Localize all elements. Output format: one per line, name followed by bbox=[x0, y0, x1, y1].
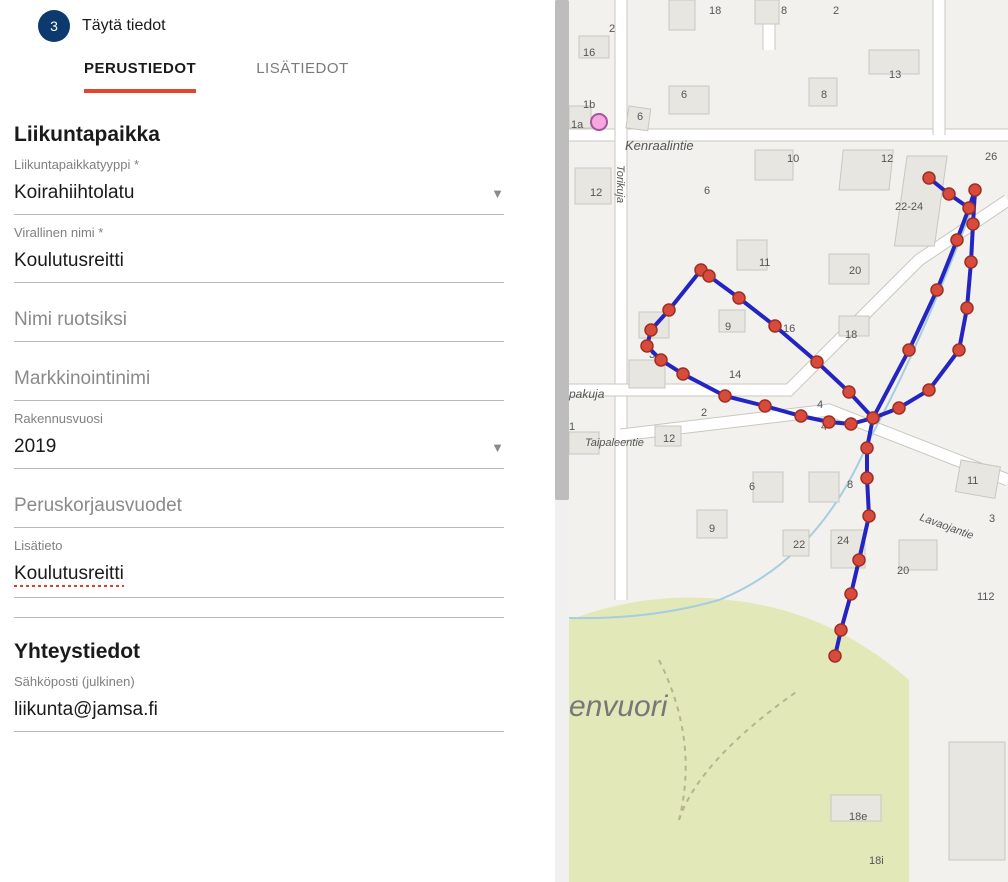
svg-text:11: 11 bbox=[967, 475, 978, 487]
svg-text:24: 24 bbox=[837, 535, 849, 547]
svg-text:13: 13 bbox=[889, 69, 901, 81]
street-label-taipaleentie: Taipaleentie bbox=[585, 437, 644, 449]
tabs: PERUSTIEDOT LISÄTIEDOT bbox=[14, 60, 541, 93]
svg-text:8: 8 bbox=[847, 479, 853, 491]
svg-text:8: 8 bbox=[781, 5, 787, 17]
svg-text:18: 18 bbox=[845, 329, 857, 341]
step-label: Täytä tiedot bbox=[82, 17, 166, 35]
select-type-value: Koirahiihtolatu bbox=[14, 182, 491, 204]
label-build-year: Rakennusvuosi bbox=[14, 411, 541, 426]
street-label-torikuja: Torikuja bbox=[614, 165, 626, 203]
label-type: Liikuntapaikkatyyppi * bbox=[14, 157, 541, 172]
svg-text:18: 18 bbox=[709, 5, 721, 17]
svg-text:26: 26 bbox=[985, 151, 997, 163]
scrollbar-thumb[interactable] bbox=[555, 0, 569, 500]
input-note[interactable]: Koulutusreitti bbox=[14, 557, 504, 598]
input-name-swedish-placeholder: Nimi ruotsiksi bbox=[14, 309, 504, 331]
street-label-kenraalintie: Kenraalintie bbox=[625, 138, 694, 153]
map-panel[interactable]: Kenraalintie Torikuja pakuja Taipaleenti… bbox=[569, 0, 1008, 882]
input-renovation-years[interactable]: Peruskorjausvuodet bbox=[14, 489, 504, 528]
left-panel-scrollbar[interactable] bbox=[555, 0, 569, 882]
map-svg[interactable]: Kenraalintie Torikuja pakuja Taipaleenti… bbox=[569, 0, 1008, 882]
section-title-contact: Yhteystiedot bbox=[14, 640, 541, 664]
svg-text:16: 16 bbox=[583, 47, 595, 59]
svg-text:6: 6 bbox=[704, 185, 710, 197]
svg-text:14: 14 bbox=[729, 369, 741, 381]
svg-text:9: 9 bbox=[709, 523, 715, 535]
svg-text:10: 10 bbox=[787, 153, 799, 165]
svg-text:18e: 18e bbox=[849, 811, 867, 823]
svg-text:6: 6 bbox=[637, 111, 643, 123]
svg-text:22-24: 22-24 bbox=[895, 201, 923, 213]
input-email[interactable]: liikunta@jamsa.fi bbox=[14, 693, 504, 732]
map-place-label: envuori bbox=[569, 690, 669, 723]
street-label-lavaojantie: Lavaojantie bbox=[918, 512, 975, 543]
label-official-name: Virallinen nimi * bbox=[14, 225, 541, 240]
svg-text:20: 20 bbox=[849, 265, 861, 277]
svg-text:6: 6 bbox=[749, 481, 755, 493]
select-build-year-value: 2019 bbox=[14, 436, 491, 458]
svg-text:112: 112 bbox=[977, 591, 995, 603]
svg-text:12: 12 bbox=[881, 153, 893, 165]
label-email: Sähköposti (julkinen) bbox=[14, 674, 541, 689]
chevron-down-icon: ▼ bbox=[491, 440, 504, 455]
input-renovation-years-placeholder: Peruskorjausvuodet bbox=[14, 495, 504, 517]
app-root: 3 Täytä tiedot PERUSTIEDOT LISÄTIEDOT Li… bbox=[0, 0, 1008, 882]
input-official-name-value: Koulutusreitti bbox=[14, 250, 504, 272]
point-marker[interactable] bbox=[591, 114, 607, 130]
svg-text:9: 9 bbox=[725, 321, 731, 333]
svg-text:2: 2 bbox=[701, 407, 707, 419]
svg-text:8: 8 bbox=[821, 89, 827, 101]
tab-basic-info[interactable]: PERUSTIEDOT bbox=[84, 60, 196, 93]
select-type[interactable]: Koirahiihtolatu ▼ bbox=[14, 176, 504, 215]
svg-text:12: 12 bbox=[590, 187, 602, 199]
svg-text:6: 6 bbox=[681, 89, 687, 101]
svg-text:1: 1 bbox=[569, 421, 575, 433]
input-name-swedish[interactable]: Nimi ruotsiksi bbox=[14, 303, 504, 342]
svg-text:3: 3 bbox=[989, 513, 995, 525]
svg-text:2: 2 bbox=[833, 5, 839, 17]
wizard-step-row: 3 Täytä tiedot bbox=[38, 10, 517, 42]
section-title-place: Liikuntapaikka bbox=[14, 123, 541, 147]
svg-text:4: 4 bbox=[817, 399, 823, 411]
svg-text:11: 11 bbox=[759, 257, 770, 269]
svg-text:2: 2 bbox=[609, 23, 615, 35]
svg-text:18i: 18i bbox=[869, 855, 884, 867]
input-official-name[interactable]: Koulutusreitti bbox=[14, 244, 504, 283]
tab-extra-info[interactable]: LISÄTIEDOT bbox=[256, 60, 349, 93]
select-build-year[interactable]: 2019 ▼ bbox=[14, 430, 504, 469]
step-badge: 3 bbox=[38, 10, 70, 42]
input-email-value: liikunta@jamsa.fi bbox=[14, 699, 504, 721]
svg-text:12: 12 bbox=[663, 433, 675, 445]
input-marketing-name[interactable]: Markkinointinimi bbox=[14, 362, 504, 401]
svg-text:1b: 1b bbox=[583, 99, 595, 111]
svg-text:22: 22 bbox=[793, 539, 805, 551]
svg-text:1a: 1a bbox=[571, 119, 584, 131]
street-label-pakuja: pakuja bbox=[569, 387, 605, 401]
chevron-down-icon: ▼ bbox=[491, 186, 504, 201]
input-marketing-name-placeholder: Markkinointinimi bbox=[14, 368, 504, 390]
form-panel: 3 Täytä tiedot PERUSTIEDOT LISÄTIEDOT Li… bbox=[0, 0, 555, 882]
input-note-value: Koulutusreitti bbox=[14, 563, 124, 587]
label-note: Lisätieto bbox=[14, 538, 541, 553]
svg-text:20: 20 bbox=[897, 565, 909, 577]
